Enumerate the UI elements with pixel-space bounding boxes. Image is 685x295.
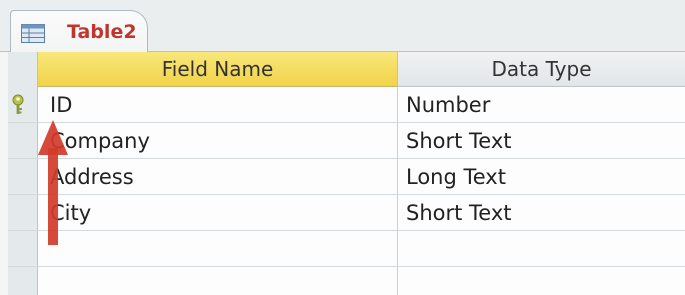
field-name-cell[interactable]	[38, 231, 398, 267]
field-name-cell[interactable]: Address	[38, 159, 398, 195]
tab-table2[interactable]: Table2	[10, 10, 148, 53]
table-row[interactable]	[8, 267, 685, 295]
data-type-cell[interactable]	[398, 267, 685, 295]
data-type-cell[interactable]	[398, 231, 685, 267]
data-type-cell[interactable]: Short Text	[398, 123, 685, 159]
tab-label: Table2	[67, 21, 137, 43]
data-type-cell[interactable]: Long Text	[398, 159, 685, 195]
row-selector[interactable]	[8, 231, 38, 267]
primary-key-icon	[12, 94, 24, 114]
field-name-cell[interactable]	[38, 267, 398, 295]
table-row[interactable]: ID Number	[8, 87, 685, 123]
table-icon	[21, 24, 45, 43]
row-selector[interactable]	[8, 267, 38, 295]
row-selector[interactable]	[8, 87, 38, 123]
row-selector[interactable]	[8, 195, 38, 231]
data-type-cell[interactable]: Short Text	[398, 195, 685, 231]
row-selector[interactable]	[8, 159, 38, 195]
grid-header: Field Name Data Type	[38, 52, 685, 87]
table-row[interactable]: Address Long Text	[8, 159, 685, 195]
table-row[interactable]	[8, 231, 685, 267]
table-design-grid: Field Name Data Type ID Number Company S…	[8, 52, 685, 295]
table-row[interactable]: Company Short Text	[8, 123, 685, 159]
field-name-cell[interactable]: ID	[38, 87, 398, 123]
column-header-field-name[interactable]: Field Name	[38, 52, 398, 87]
table-row[interactable]: City Short Text	[8, 195, 685, 231]
column-header-data-type[interactable]: Data Type	[398, 52, 685, 87]
field-name-cell[interactable]: Company	[38, 123, 398, 159]
row-selector[interactable]	[8, 123, 38, 159]
field-name-cell[interactable]: City	[38, 195, 398, 231]
data-type-cell[interactable]: Number	[398, 87, 685, 123]
document-tab-strip: Table2	[0, 0, 685, 53]
